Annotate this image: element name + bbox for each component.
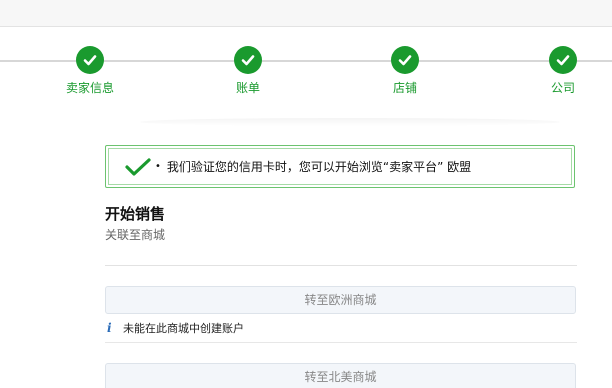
step-label: 公司 — [550, 81, 575, 95]
success-alert: • 我们验证您的信用卡时，您可以开始浏览“卖家平台” 欧盟 — [105, 145, 575, 188]
alert-message: 我们验证您的信用卡时，您可以开始浏览“卖家平台” 欧盟 — [166, 160, 472, 174]
account-note: i 未能在此商城中创建账户 — [105, 320, 577, 336]
step-label: 账单 — [235, 81, 260, 95]
divider — [105, 342, 577, 343]
bullet: • — [155, 161, 161, 172]
section-subtitle: 关联至商城 — [105, 228, 166, 242]
checkmark-icon — [125, 157, 151, 176]
check-circle-icon — [76, 46, 104, 74]
check-circle-icon — [391, 46, 419, 74]
divider — [105, 265, 577, 266]
info-icon: i — [107, 321, 112, 335]
step-label: 卖家信息 — [65, 81, 114, 95]
go-to-europe-marketplace-button[interactable]: 转至欧洲商城 — [105, 286, 576, 314]
section-title: 开始销售 — [105, 205, 166, 223]
step-label: 店铺 — [392, 81, 417, 95]
step-seller-info[interactable]: 卖家信息 — [50, 46, 130, 96]
check-circle-icon — [234, 46, 262, 74]
step-billing[interactable]: 账单 — [208, 46, 288, 96]
alert-body: • 我们验证您的信用卡时，您可以开始浏览“卖家平台” 欧盟 — [108, 148, 572, 185]
section-divider — [140, 118, 560, 126]
note-text: 未能在此商城中创建账户 — [123, 322, 244, 335]
step-company[interactable]: 公司 — [523, 46, 603, 96]
step-store[interactable]: 店铺 — [365, 46, 445, 96]
check-circle-icon — [549, 46, 577, 74]
go-to-north-america-marketplace-button[interactable]: 转至北美商城 — [105, 363, 576, 388]
registration-progress: 卖家信息 账单 店铺 公司 — [0, 27, 612, 119]
main-content: • 我们验证您的信用卡时，您可以开始浏览“卖家平台” 欧盟 开始销售 关联至商城… — [105, 145, 577, 388]
top-bar — [0, 0, 612, 27]
